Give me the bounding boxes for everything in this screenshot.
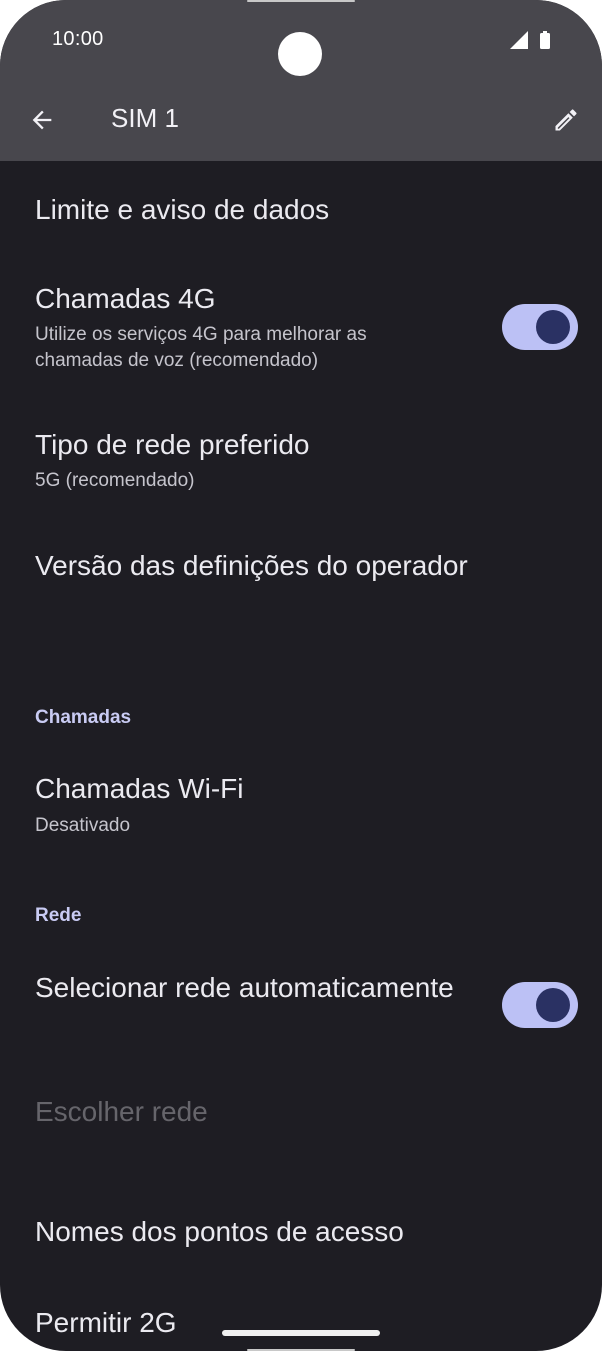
data-limit-title: Limite e aviso de dados	[35, 194, 330, 225]
calls-4g-toggle[interactable]	[502, 304, 578, 350]
data-limit-item[interactable]: Limite e aviso de dados	[0, 161, 602, 261]
wifi-calls-item[interactable]: Chamadas Wi-Fi Desativado	[0, 741, 602, 861]
allow-2g-item[interactable]: Permitir 2G	[0, 1281, 602, 1351]
carrier-version-title: Versão das definições do operador	[35, 550, 468, 581]
front-camera	[278, 32, 322, 76]
calls-4g-item[interactable]: Chamadas 4G Utilize os serviços 4G para …	[0, 261, 602, 401]
auto-network-item[interactable]: Selecionar rede automaticamente	[0, 946, 602, 1056]
home-indicator[interactable]	[222, 1330, 380, 1336]
auto-network-title: Selecionar rede automaticamente	[35, 972, 454, 1003]
network-type-title: Tipo de rede preferido	[35, 429, 310, 460]
calls-4g-title: Chamadas 4G	[35, 283, 216, 314]
calls-4g-subtitle: Utilize os serviços 4G para melhorar as …	[35, 324, 367, 371]
carrier-version-item[interactable]: Versão das definições do operador	[0, 516, 602, 616]
phone-screen: 10:00 SIM 1 Limite e aviso de dados Cham…	[0, 0, 602, 1351]
choose-network-item: Escolher rede	[0, 1061, 602, 1161]
back-button[interactable]	[20, 98, 64, 142]
wifi-calls-subtitle: Desativado	[35, 815, 131, 836]
toggle-thumb	[536, 988, 570, 1022]
choose-network-title: Escolher rede	[35, 1096, 208, 1127]
network-section-header: Rede	[35, 905, 82, 926]
edit-button[interactable]	[544, 98, 588, 142]
app-bar: 10:00 SIM 1	[0, 0, 602, 161]
calls-section-header: Chamadas	[35, 707, 132, 728]
status-time: 10:00	[52, 28, 104, 50]
top-edge-line	[247, 0, 355, 2]
apn-item[interactable]: Nomes dos pontos de acesso	[0, 1181, 602, 1281]
network-type-item[interactable]: Tipo de rede preferido 5G (recomendado)	[0, 401, 602, 516]
signal-icon	[510, 31, 550, 49]
status-icons	[508, 30, 554, 50]
network-type-subtitle: 5G (recomendado)	[35, 470, 195, 491]
arrow-back-icon	[32, 110, 52, 130]
allow-2g-title: Permitir 2G	[35, 1307, 177, 1338]
pencil-edit-icon	[555, 109, 577, 131]
toggle-thumb	[536, 310, 570, 344]
auto-network-toggle[interactable]	[502, 982, 578, 1028]
settings-list: Limite e aviso de dados Chamadas 4G Util…	[0, 161, 602, 1351]
page-title: SIM 1	[111, 103, 179, 133]
apn-title: Nomes dos pontos de acesso	[35, 1216, 404, 1247]
wifi-calls-title: Chamadas Wi-Fi	[35, 773, 244, 804]
